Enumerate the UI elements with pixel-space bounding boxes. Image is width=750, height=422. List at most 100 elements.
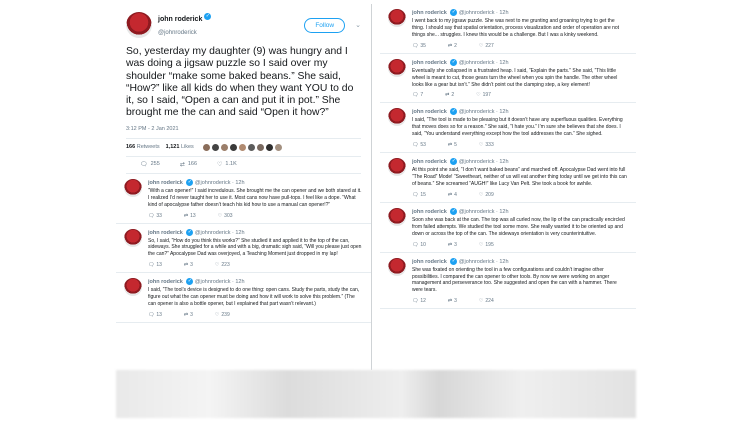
user-handle[interactable]: @johnroderick — [158, 30, 197, 36]
tweet-time[interactable]: · 12h — [496, 259, 509, 265]
display-name[interactable]: john roderick — [412, 259, 447, 265]
user-avatar[interactable] — [388, 257, 406, 276]
user-avatar[interactable] — [388, 108, 406, 127]
thread-reply-tweet[interactable]: john roderick ✓ @johnroderick · 12h Event… — [380, 54, 636, 104]
like-button[interactable]: ♡ 224 — [479, 298, 494, 304]
user-avatar[interactable] — [124, 178, 142, 197]
reply-button[interactable]: 🗨 10 — [412, 242, 426, 248]
liker-avatar[interactable] — [247, 143, 255, 151]
liker-avatar[interactable] — [274, 143, 282, 151]
tweet-time[interactable]: · 12h — [496, 159, 509, 165]
like-button[interactable]: ♡ 223 — [215, 262, 230, 268]
retweet-button[interactable]: ⇄ 5 — [448, 142, 457, 148]
thread-reply-tweet[interactable]: john roderick ✓ @johnroderick · 12h Soon … — [380, 203, 636, 253]
thread-reply-tweet[interactable]: john roderick ✓ @johnroderick · 12h I wen… — [380, 4, 636, 54]
heart-icon: ♡ — [478, 42, 484, 49]
display-name[interactable]: john roderick — [148, 279, 183, 285]
user-handle[interactable]: @johnroderick — [459, 159, 495, 165]
liker-avatar[interactable] — [265, 143, 273, 151]
liker-avatar[interactable] — [238, 143, 246, 151]
display-name[interactable]: john roderick — [412, 60, 447, 66]
like-button[interactable]: ♡ 303 — [218, 213, 233, 219]
tweet-time[interactable]: · 12h — [496, 10, 509, 16]
user-handle[interactable]: @johnroderick — [195, 180, 231, 186]
display-name[interactable]: john roderick — [412, 209, 447, 215]
like-button[interactable]: ♡ 227 — [479, 43, 494, 49]
like-button[interactable]: ♡ 209 — [479, 192, 494, 198]
retweet-button[interactable]: ⇄ 4 — [448, 192, 457, 198]
thread-reply-tweet[interactable]: john roderick ✓ @johnroderick · 12h “With… — [116, 174, 371, 224]
reply-button[interactable]: 🗨 35 — [412, 43, 426, 49]
thread-reply-tweet[interactable]: john roderick ✓ @johnroderick · 12h She w… — [380, 253, 636, 310]
user-avatar[interactable] — [388, 207, 406, 226]
user-handle[interactable]: @johnroderick — [195, 279, 231, 285]
thread-reply-tweet[interactable]: john roderick ✓ @johnroderick · 12h At th… — [380, 153, 636, 203]
user-handle[interactable]: @johnroderick — [459, 209, 495, 215]
liker-avatar[interactable] — [256, 143, 264, 151]
liker-avatar[interactable] — [202, 143, 210, 151]
user-avatar[interactable] — [388, 158, 406, 177]
left-screenshot-panel: john roderick ✓ @johnroderick Follow ⌄ So… — [116, 4, 372, 370]
thread-reply-tweet[interactable]: john roderick ✓ @johnroderick · 12h I sai… — [380, 103, 636, 154]
liker-avatar[interactable] — [220, 143, 228, 151]
reply-icon: 🗨 — [412, 298, 419, 305]
liker-avatar[interactable] — [211, 143, 219, 151]
tweet-time[interactable]: · 12h — [232, 180, 245, 186]
reply-button[interactable]: 🗨 53 — [412, 142, 426, 148]
follow-button[interactable]: Follow — [304, 17, 346, 33]
liker-avatar[interactable] — [229, 143, 237, 151]
tweet-time[interactable]: · 12h — [232, 279, 245, 285]
likes-stat[interactable]: 1,121 Likes — [166, 144, 194, 150]
user-handle[interactable]: @johnroderick — [459, 259, 495, 265]
like-button[interactable]: ♡ 333 — [479, 142, 494, 148]
reply-button[interactable]: 🗨 33 — [148, 213, 162, 219]
display-name[interactable]: john roderick — [412, 10, 447, 16]
retweet-button[interactable]: ⇄ 13 — [184, 213, 196, 219]
user-handle[interactable]: @johnroderick — [195, 230, 231, 236]
reply-button[interactable]: 🗨 13 — [148, 312, 162, 318]
user-handle[interactable]: @johnroderick — [459, 109, 495, 115]
retweets-stat[interactable]: 166 Retweets — [126, 144, 160, 150]
like-button[interactable]: ♡ 195 — [479, 242, 494, 248]
retweet-button[interactable]: ⇄ 3 — [184, 312, 193, 318]
verified-badge-icon: ✓ — [450, 108, 458, 116]
like-button[interactable]: ♡ 197 — [476, 92, 491, 98]
user-avatar[interactable] — [124, 228, 142, 247]
reply-button[interactable]: 🗨 13 — [148, 262, 162, 268]
user-avatar[interactable] — [126, 12, 152, 38]
tweet-time[interactable]: · 12h — [496, 109, 509, 115]
reply-icon: 🗨 — [148, 212, 155, 219]
user-avatar[interactable] — [124, 278, 142, 297]
tweet-time[interactable]: · 12h — [232, 230, 245, 236]
display-name[interactable]: john roderick — [412, 109, 447, 115]
user-avatar[interactable] — [388, 9, 406, 27]
like-button[interactable]: ♡ 239 — [215, 312, 230, 318]
display-name[interactable]: john roderick — [412, 159, 447, 165]
display-name[interactable]: john roderick — [148, 230, 183, 236]
reply-button[interactable]: 🗨 15 — [412, 192, 426, 198]
user-avatar[interactable] — [388, 58, 406, 77]
display-name[interactable]: john roderick — [158, 16, 202, 23]
reply-button[interactable]: 🗨 255 — [140, 161, 160, 168]
retweet-button[interactable]: ⇄ 2 — [445, 92, 454, 98]
reply-button[interactable]: 🗨 7 — [412, 92, 423, 98]
thread-reply-tweet[interactable]: john roderick ✓ @johnroderick · 12h So, I… — [116, 224, 371, 274]
tweet-time[interactable]: · 12h — [496, 60, 509, 66]
tweet-timestamp[interactable]: 3:12 PM - 2 Jan 2021 — [126, 126, 361, 139]
reply-text: At this point she said, “I don’t want ba… — [412, 167, 627, 187]
retweet-button[interactable]: ⇄ 2 — [448, 43, 457, 49]
retweet-button[interactable]: ⇄ 3 — [184, 262, 193, 268]
user-handle[interactable]: @johnroderick — [459, 60, 495, 66]
retweet-button[interactable]: ⇄ 166 — [180, 161, 197, 168]
retweet-button[interactable]: ⇄ 3 — [448, 242, 457, 248]
reply-button[interactable]: 🗨 12 — [412, 298, 426, 304]
right-screenshot-panel: john roderick ✓ @johnroderick · 12h I wen… — [380, 4, 636, 366]
chevron-down-icon[interactable]: ⌄ — [355, 21, 361, 29]
retweet-icon: ⇄ — [445, 92, 450, 99]
like-button[interactable]: ♡ 1.1K — [217, 161, 237, 168]
retweet-button[interactable]: ⇄ 3 — [448, 298, 457, 304]
display-name[interactable]: john roderick — [148, 180, 183, 186]
thread-reply-tweet[interactable]: john roderick ✓ @johnroderick · 12h I sai… — [116, 273, 371, 323]
tweet-time[interactable]: · 12h — [496, 209, 509, 215]
user-handle[interactable]: @johnroderick — [459, 10, 495, 16]
